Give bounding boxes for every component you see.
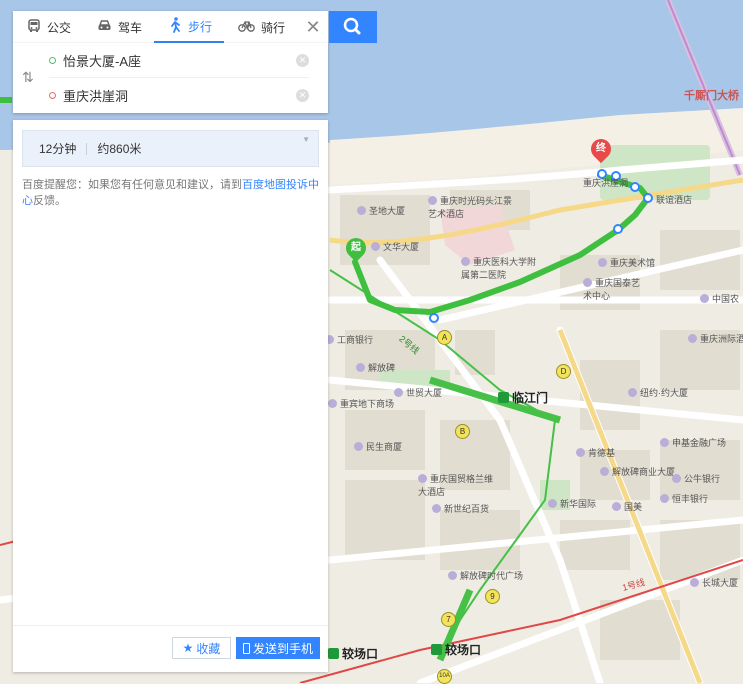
route-input-box: ⇅ 怡景大厦-A座 ✕ 重庆洪崖洞 ✕ <box>13 43 328 113</box>
exit-9[interactable]: 9 <box>485 589 500 604</box>
map-label-guomei: 国美 <box>612 500 642 513</box>
swap-route-button[interactable]: ⇅ <box>22 69 34 86</box>
map-label-guomao: 重庆国贸格兰维大酒店 <box>418 472 498 498</box>
station-linjiangmen[interactable]: 临江门 <box>498 389 548 406</box>
map-label-guotai: 重庆国泰艺术中心 <box>583 278 641 301</box>
bike-icon <box>238 19 255 35</box>
start-marker-text: 起 <box>351 242 361 253</box>
send-to-phone-label: 发送到手机 <box>252 641 313 656</box>
station-jiaochangkou[interactable]: 较场口 <box>431 641 481 658</box>
tab-bike-label: 骑行 <box>261 20 286 35</box>
phone-icon <box>242 642 250 654</box>
clear-end-button[interactable]: ✕ <box>296 88 309 102</box>
swap-icon: ⇅ <box>22 69 34 85</box>
summary-divider <box>86 142 88 155</box>
tab-walk-label: 步行 <box>188 19 213 34</box>
favorite-button[interactable]: ★ 收藏 <box>172 637 231 659</box>
feedback-notice: 百度提醒您：如果您有任何意见和建议，请到百度地图投诉中心反馈。 <box>22 177 322 209</box>
end-field[interactable]: 重庆洪崖洞 ✕ <box>49 78 309 112</box>
station-jiaochangkou-2[interactable]: 较场口 <box>328 645 378 662</box>
map-label-zhenrong: 解放碑 <box>356 361 395 374</box>
start-field[interactable]: 怡景大厦-A座 ✕ <box>49 43 309 78</box>
route-distance: 约860米 <box>97 142 142 156</box>
map-label-xinhua: 新华国际 <box>548 497 596 510</box>
search-icon <box>343 17 361 35</box>
map-label-xinshiji: 新世纪百货 <box>432 502 489 515</box>
map-label-chengdi: 圣地大厦 <box>357 204 405 217</box>
chevron-down-icon: ▼ <box>302 135 310 144</box>
map-label-yizhou: 重庆洲际酒店 <box>688 332 743 345</box>
tab-walk[interactable]: 步行 <box>154 11 225 43</box>
search-button[interactable] <box>329 11 377 43</box>
bus-icon <box>27 18 41 36</box>
favorite-label: 收藏 <box>196 641 221 656</box>
map-label-jiefang-mall: 解放碑时代广场 <box>448 569 523 582</box>
map-label-gongji: 公牛银行 <box>672 472 720 485</box>
end-input[interactable]: 重庆洪崖洞 <box>63 86 128 105</box>
start-input[interactable]: 怡景大厦-A座 <box>63 51 141 70</box>
start-dot-icon <box>49 56 56 64</box>
walk-icon <box>168 16 182 36</box>
map-label-bridge: 千厮门大桥 <box>684 90 739 102</box>
tab-car[interactable]: 驾车 <box>83 11 154 43</box>
clear-start-button[interactable]: ✕ <box>296 53 309 67</box>
tab-car-label: 驾车 <box>118 20 143 35</box>
send-to-phone-button[interactable]: 发送到手机 <box>236 637 320 659</box>
notice-text-after: 反馈。 <box>33 195 66 207</box>
map-label-jiefangbei: 解放碑商业大厦 <box>600 465 675 478</box>
start-marker[interactable]: 起 <box>341 233 371 263</box>
route-mode-tabs: 公交 驾车 步行 骑行 ✕ <box>13 11 328 43</box>
exit-a[interactable]: A <box>437 330 452 345</box>
map-label-gongshang: 工商银行 <box>325 333 373 346</box>
map-label-minsheng: 民生商厦 <box>354 440 402 453</box>
map-label-shenjin: 申基金融广场 <box>660 436 726 449</box>
end-marker-text: 终 <box>596 143 606 154</box>
map-label-hospital: 重庆医科大学附属第二医院 <box>461 257 537 280</box>
exit-d[interactable]: D <box>556 364 571 379</box>
end-dot-icon <box>49 91 56 99</box>
tab-bus[interactable]: 公交 <box>13 11 83 43</box>
notice-text-before: 百度提醒您：如果您有任何意见和建议，请到 <box>22 179 242 191</box>
route-result-panel: 12分钟 约860米 ▼ 百度提醒您：如果您有任何意见和建议，请到百度地图投诉中… <box>13 120 328 672</box>
map-label-hongyadong: 重庆洪崖洞 <box>583 178 629 188</box>
map-label-kendeji: 肯德基 <box>576 446 615 459</box>
map-label-meishu: 重庆美术馆 <box>598 256 655 269</box>
car-icon <box>97 19 112 36</box>
exit-b[interactable]: B <box>455 424 470 439</box>
route-duration: 12分钟 <box>39 142 77 156</box>
exit-10a[interactable]: 10A <box>437 669 452 684</box>
map-label-wenhua: 文华大厦 <box>371 240 419 253</box>
map-label-binde: 重宾地下商场 <box>328 397 394 410</box>
map-label-lianyi: 联谊酒店 <box>656 195 693 205</box>
exit-7[interactable]: 7 <box>441 612 456 627</box>
map-label-hengfeng: 恒丰银行 <box>660 492 708 505</box>
map-label-niuyue: 纽约·约大厦 <box>628 386 688 399</box>
close-icon: ✕ <box>305 16 321 37</box>
tab-bus-label: 公交 <box>47 20 72 35</box>
map-label-changcheng: 长城大厦 <box>690 576 738 589</box>
close-button[interactable]: ✕ <box>298 17 328 38</box>
end-marker[interactable]: 终 <box>586 134 616 164</box>
panel-divider <box>13 625 328 626</box>
star-icon: ★ <box>182 641 194 655</box>
route-summary[interactable]: 12分钟 约860米 ▼ <box>22 130 319 167</box>
map-label-zhongguo: 中国农 <box>700 292 739 305</box>
tab-bike[interactable]: 骑行 <box>224 11 297 43</box>
map-label-shimao: 世贸大厦 <box>394 386 442 399</box>
map-label-shitang: 重庆时光码头江景艺术酒店 <box>428 196 513 219</box>
